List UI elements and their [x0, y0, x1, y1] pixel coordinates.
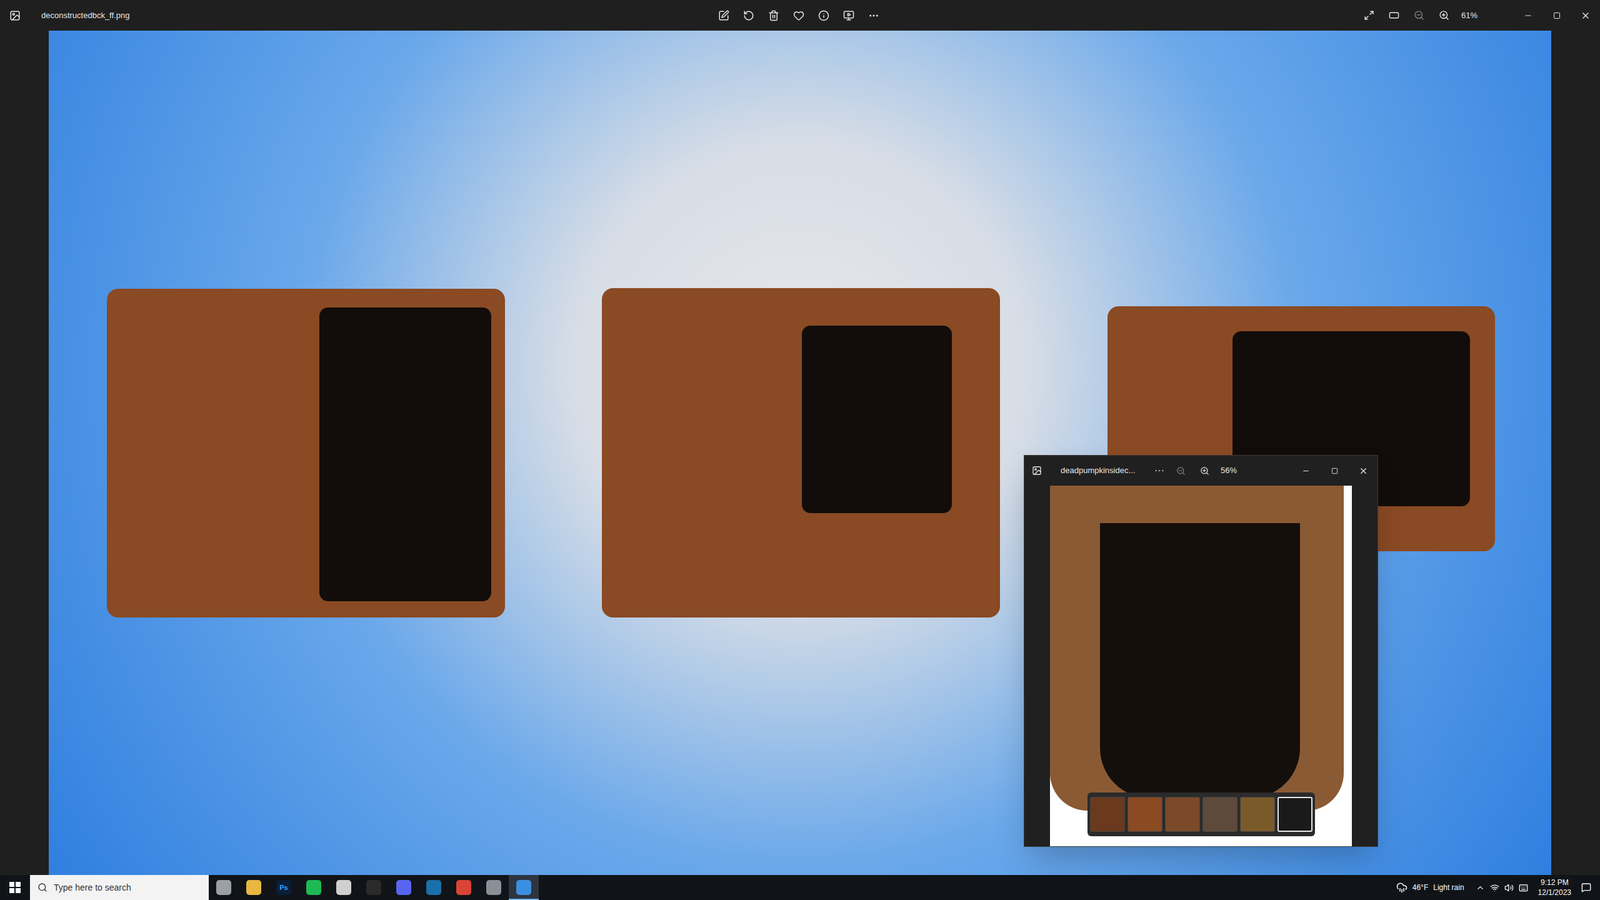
window-title: deadpumpkinsidec... [1060, 464, 1155, 477]
photos-app-icon [1031, 465, 1042, 476]
zoom-level: 56% [1220, 464, 1237, 477]
fullscreen-icon[interactable] [1361, 8, 1377, 24]
filmstrip-thumbnail[interactable] [1090, 796, 1125, 832]
zoom-level: 61% [1461, 9, 1489, 22]
restore-icon[interactable] [1542, 0, 1572, 31]
clock[interactable]: 9:12 PM12/1/2023 [1533, 877, 1577, 898]
keyboard-icon[interactable] [1518, 883, 1529, 893]
taskbar-app[interactable] [328, 875, 359, 900]
fit-icon[interactable] [1386, 8, 1402, 24]
zoom-in-icon[interactable] [1436, 8, 1452, 24]
photos-app-icon [7, 8, 23, 24]
taskbar-app[interactable] [298, 875, 329, 900]
close-icon[interactable] [1348, 455, 1378, 486]
minimize-icon[interactable] [1291, 455, 1320, 486]
title-bar: deconstructedbck_ff.png 61% [0, 0, 1600, 31]
slideshow-icon[interactable] [841, 8, 857, 24]
heart-icon[interactable] [791, 8, 807, 24]
filmstrip [1087, 792, 1315, 837]
toolbar [716, 8, 882, 24]
taskbar: Type here to search Ps 46°F Light rain 9:12 … [0, 875, 1600, 900]
taskbar-app[interactable] [508, 875, 539, 900]
taskbar-app[interactable] [358, 875, 389, 900]
weather-temp[interactable]: 46°F [1412, 881, 1429, 894]
desktop: deconstructedbck_ff.png 61% Type here to s… [0, 0, 1600, 900]
taskbar-app[interactable] [478, 875, 509, 900]
volume-icon[interactable] [1504, 883, 1514, 893]
weather-icon[interactable] [1396, 881, 1408, 894]
filmstrip-thumbnail[interactable] [1127, 796, 1163, 832]
window-title: deconstructedbck_ff.png [41, 9, 717, 22]
start-icon[interactable] [0, 875, 30, 900]
notifications-icon[interactable] [1581, 882, 1592, 893]
filmstrip-thumbnail[interactable] [1165, 796, 1200, 832]
taskbar-app[interactable] [448, 875, 479, 900]
tray-chevron-icon[interactable] [1475, 883, 1485, 893]
more-button[interactable]: ··· [1154, 463, 1174, 479]
taskbar-app[interactable]: Ps [268, 875, 299, 900]
delete-icon[interactable] [766, 8, 782, 24]
taskbar-app[interactable] [388, 875, 419, 900]
info-icon[interactable] [816, 8, 832, 24]
taskbar-app[interactable] [418, 875, 449, 900]
filmstrip-thumbnail[interactable] [1277, 796, 1313, 832]
search-box[interactable]: Type here to search [30, 875, 209, 900]
image-shape [601, 288, 1000, 618]
minimize-icon[interactable] [1513, 0, 1543, 31]
zoom-out-icon[interactable] [1411, 8, 1427, 24]
weather-condition[interactable]: Light rain [1433, 881, 1464, 894]
rotate-icon[interactable] [741, 8, 757, 24]
edit-icon[interactable] [716, 8, 732, 24]
more-icon[interactable] [866, 8, 882, 24]
taskbar-app[interactable] [208, 875, 239, 900]
maximize-icon[interactable] [1320, 455, 1349, 486]
search-icon [37, 882, 48, 893]
photo [1050, 485, 1352, 847]
taskbar-app[interactable] [238, 875, 269, 900]
zoom-in-icon[interactable] [1196, 463, 1212, 479]
close-icon[interactable] [1571, 0, 1600, 31]
network-icon[interactable] [1490, 883, 1500, 893]
second-photo-window: deadpumpkinsidec...··· 56% [1023, 455, 1379, 847]
image-shape [106, 288, 505, 618]
filmstrip-thumbnail[interactable] [1202, 796, 1238, 832]
zoom-out-icon[interactable] [1173, 463, 1189, 479]
title-bar: deadpumpkinsidec...··· 56% [1024, 455, 1378, 486]
filmstrip-thumbnail[interactable] [1240, 796, 1275, 832]
